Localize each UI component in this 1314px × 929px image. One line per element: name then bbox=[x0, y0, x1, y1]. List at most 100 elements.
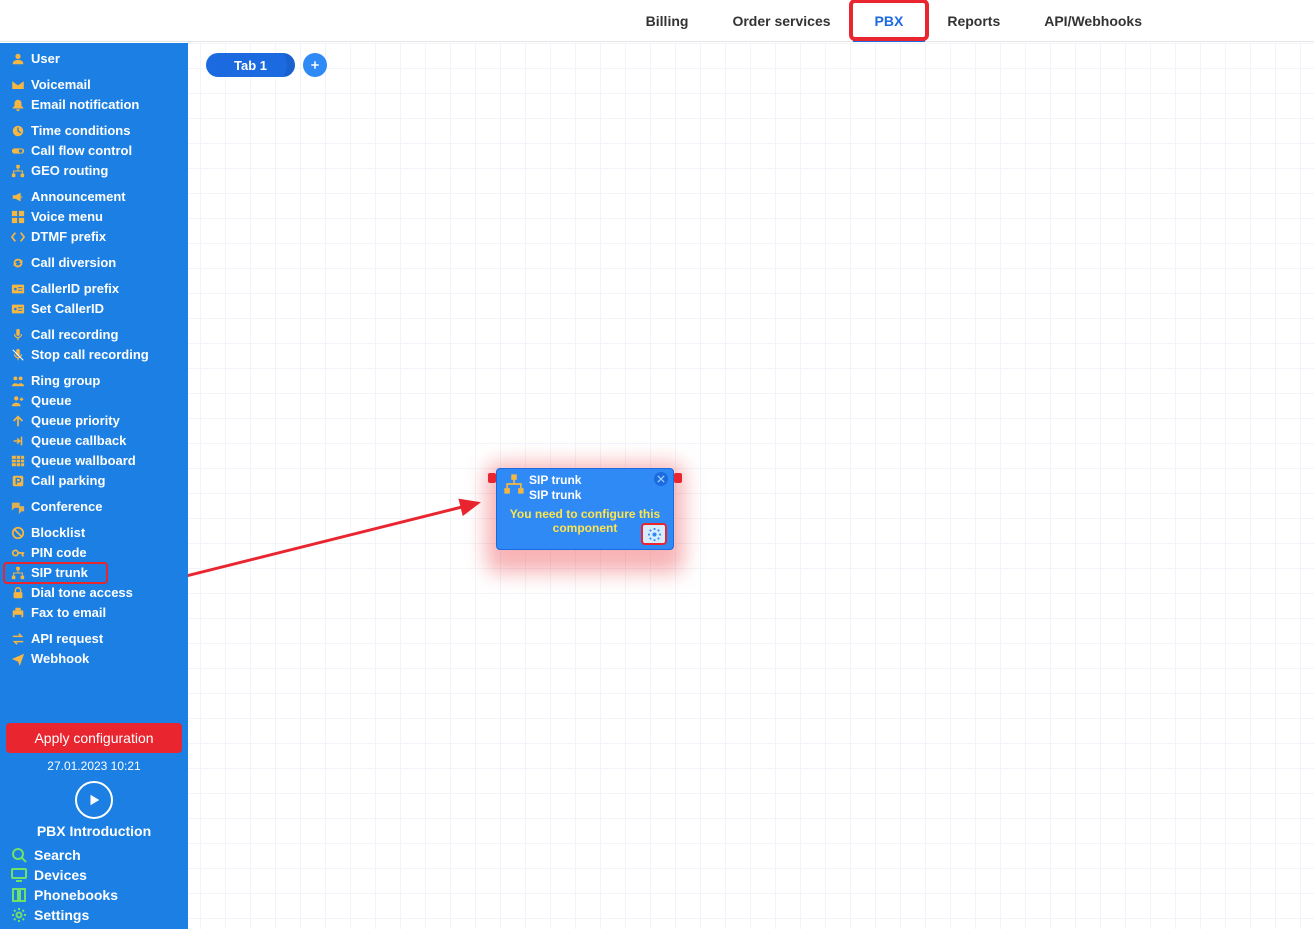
sidebar-item-label: Announcement bbox=[31, 188, 126, 206]
sidebar-item-announcement[interactable]: Announcement bbox=[0, 187, 188, 207]
sidebar-item-ring-group[interactable]: Ring group bbox=[0, 371, 188, 391]
sidebar-item-blocklist[interactable]: Blocklist bbox=[0, 523, 188, 543]
sidebar-item-label: Call parking bbox=[31, 472, 105, 490]
grid-icon bbox=[10, 209, 26, 225]
sidebar-item-label: Call diversion bbox=[31, 254, 116, 272]
nav-order-services[interactable]: Order services bbox=[710, 0, 852, 42]
sidebar-item-label: User bbox=[31, 50, 60, 68]
parking-icon bbox=[10, 473, 26, 489]
sidebar-item-pin-code[interactable]: PIN code bbox=[0, 543, 188, 563]
toggle-icon bbox=[10, 143, 26, 159]
sidebar-item-label: CallerID prefix bbox=[31, 280, 119, 298]
idcard-icon bbox=[10, 301, 26, 317]
code-icon bbox=[10, 229, 26, 245]
sidebar-item-label: DTMF prefix bbox=[31, 228, 106, 246]
sidebar-item-webhook[interactable]: Webhook bbox=[0, 649, 188, 669]
key-icon bbox=[10, 545, 26, 561]
sidebar-footer: Apply configuration 27.01.2023 10:21 PBX… bbox=[0, 723, 188, 929]
sidebar-item-fax-to-email[interactable]: Fax to email bbox=[0, 603, 188, 623]
canvas[interactable]: Tab 1 SIP trunk SIP trunk You need to co… bbox=[188, 43, 1314, 929]
monitor-icon bbox=[10, 866, 28, 884]
sidebar-item-queue-callback[interactable]: Queue callback bbox=[0, 431, 188, 451]
sidebar-item-label: Fax to email bbox=[31, 604, 106, 622]
sidebar-item-label: Queue priority bbox=[31, 412, 120, 430]
intro-label: PBX Introduction bbox=[6, 823, 182, 839]
sip-trunk-node[interactable]: SIP trunk SIP trunk You need to configur… bbox=[496, 468, 674, 550]
sidebar-item-label: Queue bbox=[31, 392, 71, 410]
sidebar-item-email-notification[interactable]: Email notification bbox=[0, 95, 188, 115]
sidebar-item-call-flow-control[interactable]: Call flow control bbox=[0, 141, 188, 161]
apply-configuration-button[interactable]: Apply configuration bbox=[6, 723, 182, 753]
gear-icon bbox=[10, 906, 28, 924]
bullhorn-icon bbox=[10, 189, 26, 205]
sidebar-item-label: Time conditions bbox=[31, 122, 130, 140]
sidebar-item-label: Blocklist bbox=[31, 524, 85, 542]
nav-pbx[interactable]: PBX bbox=[853, 0, 926, 42]
sidebar-item-time-conditions[interactable]: Time conditions bbox=[0, 121, 188, 141]
sidebar-item-label: Dial tone access bbox=[31, 584, 133, 602]
sidebar-item-label: GEO routing bbox=[31, 162, 108, 180]
paper-plane-icon bbox=[10, 651, 26, 667]
table-icon bbox=[10, 453, 26, 469]
node-title: SIP trunk bbox=[529, 473, 667, 488]
sidebar-item-call-parking[interactable]: Call parking bbox=[0, 471, 188, 491]
sidebar-item-api-request[interactable]: API request bbox=[0, 629, 188, 649]
sidebar-item-user[interactable]: User bbox=[0, 49, 188, 69]
bell-icon bbox=[10, 97, 26, 113]
sidebar-item-label: Queue callback bbox=[31, 432, 126, 450]
sidebar-item-label: Conference bbox=[31, 498, 103, 516]
sidebar-item-label: SIP trunk bbox=[31, 564, 88, 582]
nav-reports[interactable]: Reports bbox=[925, 0, 1022, 42]
comments-icon bbox=[10, 499, 26, 515]
network-icon bbox=[10, 565, 26, 581]
add-tab-button[interactable] bbox=[303, 53, 327, 77]
sidebar-item-label: Set CallerID bbox=[31, 300, 104, 318]
sidebar-item-label: API request bbox=[31, 630, 103, 648]
sidebar-item-set-callerid[interactable]: Set CallerID bbox=[0, 299, 188, 319]
sidebar-item-queue-wallboard[interactable]: Queue wallboard bbox=[0, 451, 188, 471]
idcard-icon bbox=[10, 281, 26, 297]
sidebar-item-label: Stop call recording bbox=[31, 346, 149, 364]
sidebar-item-call-diversion[interactable]: Call diversion bbox=[0, 253, 188, 273]
sidebar-item-queue[interactable]: Queue bbox=[0, 391, 188, 411]
scrollbar-thumb[interactable] bbox=[180, 113, 188, 673]
canvas-toolbar: Tab 1 bbox=[206, 53, 327, 77]
sidebar-item-call-recording[interactable]: Call recording bbox=[0, 325, 188, 345]
clock-icon bbox=[10, 123, 26, 139]
arrow-up-icon bbox=[10, 413, 26, 429]
play-intro-button[interactable] bbox=[75, 781, 113, 819]
footer-phonebooks[interactable]: Phonebooks bbox=[6, 885, 182, 905]
footer-link-label: Settings bbox=[34, 907, 89, 923]
sidebar-item-label: Webhook bbox=[31, 650, 89, 668]
sidebar-item-queue-priority[interactable]: Queue priority bbox=[0, 411, 188, 431]
sidebar-item-callerid-prefix[interactable]: CallerID prefix bbox=[0, 279, 188, 299]
network-icon bbox=[503, 473, 525, 495]
sidebar-scroll[interactable]: User Voicemail Email notification Time c… bbox=[0, 43, 188, 729]
sidebar-item-geo-routing[interactable]: GEO routing bbox=[0, 161, 188, 181]
sidebar-item-conference[interactable]: Conference bbox=[0, 497, 188, 517]
fax-icon bbox=[10, 605, 26, 621]
sidebar-item-label: Call flow control bbox=[31, 142, 132, 160]
play-icon bbox=[87, 793, 101, 807]
footer-devices[interactable]: Devices bbox=[6, 865, 182, 885]
sidebar-item-sip-trunk[interactable]: SIP trunk bbox=[0, 563, 188, 583]
footer-search[interactable]: Search bbox=[6, 845, 182, 865]
nav-api-webhooks[interactable]: API/Webhooks bbox=[1022, 0, 1164, 42]
sidebar-item-dial-tone-access[interactable]: Dial tone access bbox=[0, 583, 188, 603]
tab-1[interactable]: Tab 1 bbox=[206, 53, 295, 77]
sidebar-item-label: Ring group bbox=[31, 372, 100, 390]
sidebar-item-voicemail[interactable]: Voicemail bbox=[0, 75, 188, 95]
footer-link-label: Phonebooks bbox=[34, 887, 118, 903]
nav-billing[interactable]: Billing bbox=[624, 0, 711, 42]
sidebar-item-voice-menu[interactable]: Voice menu bbox=[0, 207, 188, 227]
user-plus-icon bbox=[10, 393, 26, 409]
sidebar-item-label: Call recording bbox=[31, 326, 118, 344]
sidebar-item-dtmf-prefix[interactable]: DTMF prefix bbox=[0, 227, 188, 247]
search-icon bbox=[10, 846, 28, 864]
node-configure-button[interactable] bbox=[641, 523, 667, 545]
footer-settings[interactable]: Settings bbox=[6, 905, 182, 925]
book-icon bbox=[10, 886, 28, 904]
node-close-button[interactable] bbox=[654, 472, 668, 486]
sidebar-item-stop-call-recording[interactable]: Stop call recording bbox=[0, 345, 188, 365]
envelope-icon bbox=[10, 77, 26, 93]
